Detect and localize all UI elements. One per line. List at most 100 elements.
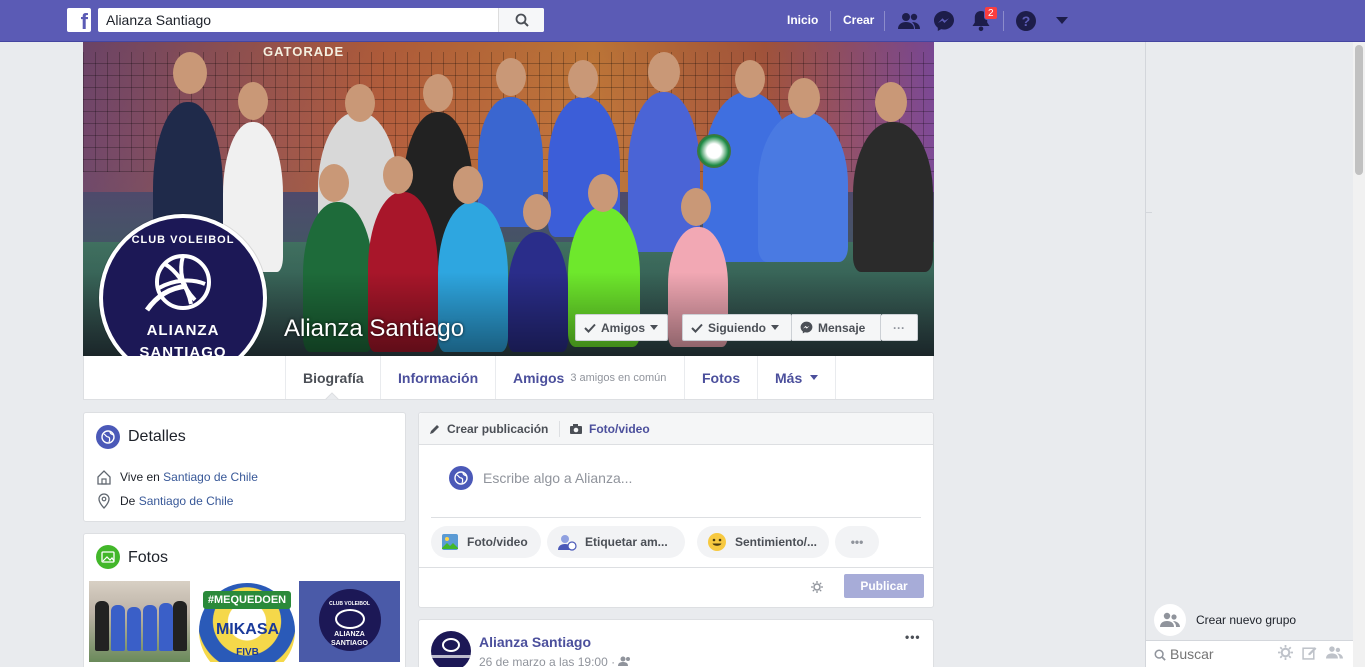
- create-post-label: Crear publicación: [447, 422, 549, 436]
- post-card: Alianza Santiago 26 de marzo a las 19:00…: [418, 619, 934, 667]
- photo-thumbnail[interactable]: #MEQUEDOEN MIKASA FIVB: [197, 581, 298, 662]
- cover-person: [853, 122, 933, 272]
- photo-brand: MIKASA: [215, 621, 280, 638]
- active-tab-indicator: [325, 392, 339, 400]
- post-author-avatar[interactable]: [431, 631, 471, 667]
- lives-in-link[interactable]: Santiago de Chile: [163, 470, 258, 484]
- nav-home-link[interactable]: Inicio: [787, 13, 818, 27]
- camera-icon: [570, 424, 582, 434]
- composer-divider: [559, 421, 560, 437]
- profile-tabs: Biografía Información Amigos 3 amigos en …: [83, 356, 934, 400]
- logo-top-text: CLUB VOLEIBOL: [131, 234, 235, 246]
- settings-icon[interactable]: [811, 581, 823, 593]
- feeling-activity-button[interactable]: Sentimiento/...: [697, 526, 829, 558]
- feeling-activity-label: Sentimiento/...: [735, 535, 818, 549]
- chat-sidebar: [1145, 42, 1353, 667]
- tab-information[interactable]: Información: [380, 356, 495, 399]
- page-name[interactable]: Alianza Santiago: [284, 315, 464, 343]
- cover-person-head: [681, 188, 711, 226]
- chevron-down-icon: [810, 375, 819, 380]
- top-navigation-bar: f Inicio Crear 2 ?: [0, 0, 1365, 42]
- tab-friends[interactable]: Amigos 3 amigos en común: [495, 356, 683, 399]
- facebook-logo-icon[interactable]: f: [67, 8, 91, 32]
- notifications-badge: 2: [984, 6, 998, 20]
- friend-requests-icon[interactable]: [897, 9, 921, 33]
- from-link[interactable]: Santiago de Chile: [139, 494, 234, 508]
- photo-logo-name1: ALIANZA: [334, 631, 365, 638]
- tab-photos[interactable]: Fotos: [684, 356, 757, 399]
- more-actions-button[interactable]: •••: [835, 526, 879, 558]
- search-icon: [1154, 649, 1166, 661]
- post-author-name[interactable]: Alianza Santiago: [479, 634, 591, 650]
- photo-thumbnail[interactable]: [89, 581, 190, 662]
- composer-text-input[interactable]: Escribe algo a Alianza...: [483, 470, 632, 486]
- messenger-icon[interactable]: [932, 9, 956, 33]
- cover-person-head: [648, 52, 680, 92]
- cover-person-head: [423, 74, 453, 112]
- account-menu-caret-icon[interactable]: [1050, 9, 1074, 33]
- cover-person-head: [345, 84, 375, 122]
- create-post-tab[interactable]: Crear publicación: [429, 422, 548, 436]
- volleyball: [697, 134, 731, 168]
- cover-wall-text: GATORADE: [263, 44, 345, 59]
- create-group-label: Crear nuevo grupo: [1196, 613, 1297, 627]
- scrollbar-thumb[interactable]: [1355, 45, 1363, 175]
- cover-person-head: [383, 156, 413, 194]
- more-actions-label: •••: [850, 535, 864, 549]
- post-menu-button[interactable]: •••: [905, 630, 921, 644]
- gear-icon[interactable]: [1278, 645, 1293, 660]
- details-card: Detalles Vive en Santiago de Chile De Sa…: [83, 412, 406, 522]
- photo-video-action-button[interactable]: Foto/video: [431, 526, 541, 558]
- check-icon: [691, 323, 703, 333]
- details-title: Detalles: [128, 428, 186, 445]
- more-options-label: ···: [893, 320, 905, 335]
- post-composer: Crear publicación Foto/video Escribe alg…: [418, 412, 934, 608]
- post-date[interactable]: 26 de marzo a las 19:00 ·: [479, 655, 615, 667]
- smiley-icon: [708, 533, 726, 551]
- create-group-button[interactable]: Crear nuevo grupo: [1154, 604, 1296, 636]
- photo-logo-top: CLUB VOLEIBOL: [329, 601, 370, 607]
- mutual-friends-count: 3 amigos en común: [570, 371, 667, 384]
- check-icon: [584, 323, 596, 333]
- cover-person-head: [788, 78, 820, 118]
- cover-person-head: [588, 174, 618, 212]
- message-button[interactable]: Mensaje: [792, 314, 881, 341]
- group-icon: [1154, 604, 1186, 636]
- search-input[interactable]: [98, 8, 498, 32]
- composer-header: Crear publicación Foto/video: [419, 413, 933, 445]
- volleyball-logo-icon: [145, 254, 211, 312]
- publish-button[interactable]: Publicar: [844, 574, 924, 598]
- search-icon: [515, 13, 529, 27]
- photo-video-tab-label: Foto/video: [589, 422, 650, 436]
- friends-button[interactable]: Amigos: [575, 314, 668, 341]
- tag-friends-label: Etiquetar am...: [585, 535, 668, 549]
- more-options-button[interactable]: ···: [881, 314, 918, 341]
- from-row: De Santiago de Chile: [96, 493, 233, 509]
- tab-label: Amigos: [513, 369, 565, 386]
- tab-more[interactable]: Más: [757, 356, 837, 399]
- photo-video-tab[interactable]: Foto/video: [569, 422, 650, 436]
- help-icon[interactable]: ?: [1014, 9, 1038, 33]
- club-logo: CLUB VOLEIBOL ALIANZA SANTIAGO: [103, 218, 263, 378]
- photo-video-action-label: Foto/video: [467, 535, 528, 549]
- photos-card: Fotos #MEQUEDOEN MIKASA FIVB CLUB VOLEIB…: [83, 533, 406, 667]
- sidebar-separator: [1146, 212, 1152, 213]
- globe-icon: [96, 425, 120, 449]
- group-chat-icon[interactable]: [1326, 645, 1343, 660]
- photo-thumbnail[interactable]: CLUB VOLEIBOL ALIANZA SANTIAGO: [299, 581, 400, 662]
- search-button[interactable]: [498, 8, 544, 32]
- nav-create-link[interactable]: Crear: [843, 13, 874, 27]
- messenger-icon: [800, 321, 813, 334]
- cover-person-head: [238, 82, 268, 120]
- logo-name-line1: ALIANZA: [146, 322, 220, 339]
- chat-search-input[interactable]: [1170, 646, 1270, 662]
- tag-friends-button[interactable]: Etiquetar am...: [547, 526, 685, 558]
- lives-in-row: Vive en Santiago de Chile: [96, 469, 258, 485]
- following-button[interactable]: Siguiendo: [682, 314, 792, 341]
- nav-divider: [884, 11, 885, 31]
- audience-friends-icon[interactable]: [618, 655, 632, 667]
- compose-icon[interactable]: [1302, 645, 1317, 660]
- pencil-icon: [430, 425, 439, 434]
- page-scrollbar[interactable]: [1353, 42, 1365, 667]
- from-prefix: De: [120, 494, 136, 508]
